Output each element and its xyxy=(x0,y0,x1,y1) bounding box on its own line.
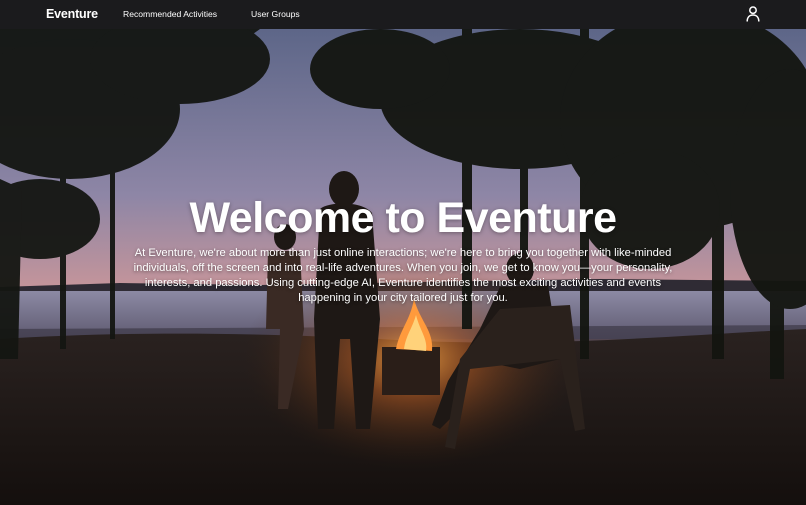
user-icon[interactable] xyxy=(744,5,762,23)
brand-logo[interactable]: Eventure xyxy=(46,7,98,21)
hero-description: At Eventure, we're about more than just … xyxy=(133,247,673,304)
top-navbar: Eventure Recommended Activities User Gro… xyxy=(0,0,806,29)
nav-link-recommended-activities[interactable]: Recommended Activities xyxy=(123,9,217,19)
hero-section: Welcome to Eventure At Eventure, we're a… xyxy=(0,29,806,505)
hero-title: Welcome to Eventure xyxy=(189,194,618,242)
nav-link-user-groups[interactable]: User Groups xyxy=(251,9,300,19)
